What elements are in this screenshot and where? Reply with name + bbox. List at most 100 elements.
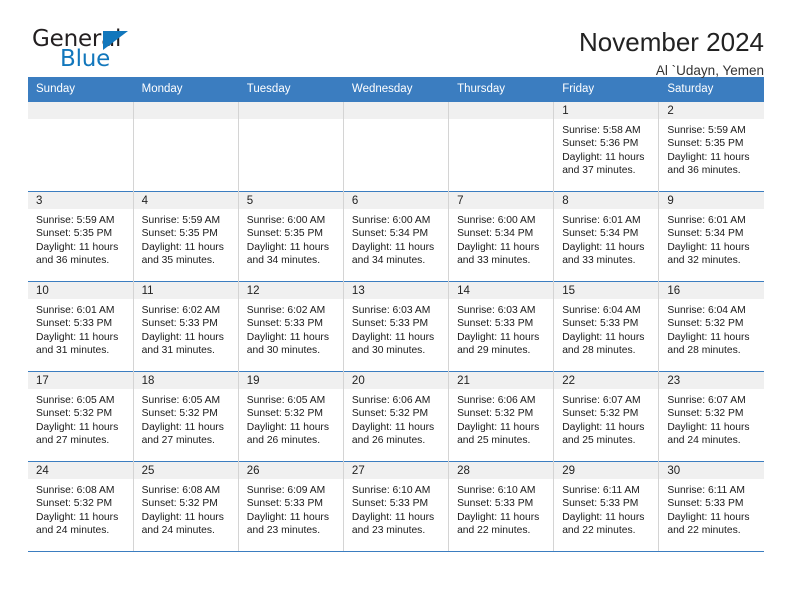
calendar-day-cell[interactable]: 25 Sunrise: 6:08 AM Sunset: 5:32 PM Dayligh… <box>133 461 239 552</box>
calendar-week-row: 1 Sunrise: 5:58 AM Sunset: 5:36 PM Daylight… <box>28 101 764 192</box>
sunset-text: Sunset: 5:32 PM <box>141 408 218 420</box>
day-number: 30 <box>659 462 764 479</box>
daylight-text: Daylight: 11 hours and 30 minutes. <box>351 331 435 357</box>
calendar-day-cell[interactable]: 7 Sunrise: 6:00 AM Sunset: 5:34 PM Daylight… <box>448 191 555 282</box>
day-details: Sunrise: 6:09 AM Sunset: 5:33 PM Daylight:… <box>239 479 343 538</box>
day-details: Sunrise: 6:08 AM Sunset: 5:32 PM Daylight:… <box>28 479 133 538</box>
day-number: 8 <box>554 192 659 209</box>
sunset-text: Sunset: 5:35 PM <box>36 228 113 240</box>
calendar-day-cell[interactable]: 13 Sunrise: 6:03 AM Sunset: 5:33 PM Dayligh… <box>343 281 450 372</box>
calendar-day-cell[interactable]: 29 Sunrise: 6:11 AM Sunset: 5:33 PM Dayligh… <box>553 461 660 552</box>
sunrise-text: Sunrise: 6:04 AM <box>562 305 641 316</box>
sunset-text: Sunset: 5:32 PM <box>36 408 113 420</box>
calendar-day-cell[interactable]: 15 Sunrise: 6:04 AM Sunset: 5:33 PM Dayligh… <box>553 281 660 372</box>
day-number: 24 <box>28 462 133 479</box>
day-number: 18 <box>133 372 238 389</box>
day-details: Sunrise: 6:05 AM Sunset: 5:32 PM Daylight:… <box>28 389 133 448</box>
day-number: 12 <box>238 282 343 299</box>
day-details: Sunrise: 5:59 AM Sunset: 5:35 PM Daylight:… <box>659 119 764 178</box>
calendar-day-cell[interactable]: 24 Sunrise: 6:08 AM Sunset: 5:32 PM Dayligh… <box>28 461 134 552</box>
day-details: Sunrise: 6:04 AM Sunset: 5:33 PM Daylight:… <box>554 299 658 358</box>
calendar-week-row: 17 Sunrise: 6:05 AM Sunset: 5:32 PM Dayligh… <box>28 371 764 462</box>
day-details: Sunrise: 6:07 AM Sunset: 5:32 PM Daylight:… <box>659 389 764 448</box>
daylight-text: Daylight: 11 hours and 23 minutes. <box>246 511 330 537</box>
daylight-text: Daylight: 11 hours and 26 minutes. <box>246 421 330 447</box>
general-blue-logo[interactable]: General Blue <box>28 26 218 74</box>
calendar-day-cell[interactable]: 1 Sunrise: 5:58 AM Sunset: 5:36 PM Daylight… <box>553 101 660 192</box>
calendar-day-cell[interactable]: 28 Sunrise: 6:10 AM Sunset: 5:33 PM Dayligh… <box>448 461 555 552</box>
calendar-day-cell[interactable]: 5 Sunrise: 6:00 AM Sunset: 5:35 PM Daylight… <box>238 191 344 282</box>
day-number: 23 <box>659 372 764 389</box>
sunset-text: Sunset: 5:32 PM <box>246 408 323 420</box>
sunset-text: Sunset: 5:35 PM <box>141 228 218 240</box>
daylight-text: Daylight: 11 hours and 36 minutes. <box>36 241 119 267</box>
sunset-text: Sunset: 5:33 PM <box>141 318 218 330</box>
daylight-text: Daylight: 11 hours and 24 minutes. <box>141 511 224 537</box>
day-number: 20 <box>343 372 449 389</box>
sunset-text: Sunset: 5:35 PM <box>246 228 323 240</box>
calendar-day-cell[interactable]: 16 Sunrise: 6:04 AM Sunset: 5:32 PM Dayligh… <box>658 281 764 372</box>
day-number: 17 <box>28 372 133 389</box>
calendar-day-cell[interactable]: 11 Sunrise: 6:02 AM Sunset: 5:33 PM Dayligh… <box>133 281 239 372</box>
calendar-day-cell[interactable]: 4 Sunrise: 5:59 AM Sunset: 5:35 PM Daylight… <box>133 191 239 282</box>
calendar-day-cell[interactable]: 10 Sunrise: 6:01 AM Sunset: 5:33 PM Dayligh… <box>28 281 134 372</box>
calendar-day-cell[interactable]: 9 Sunrise: 6:01 AM Sunset: 5:34 PM Daylight… <box>658 191 764 282</box>
day-details: Sunrise: 6:05 AM Sunset: 5:32 PM Daylight:… <box>134 389 238 448</box>
calendar-day-cell[interactable]: 2 Sunrise: 5:59 AM Sunset: 5:35 PM Daylight… <box>658 101 764 192</box>
calendar-day-cell[interactable]: 26 Sunrise: 6:09 AM Sunset: 5:33 PM Dayligh… <box>238 461 344 552</box>
logo-text-blue: Blue <box>60 46 111 72</box>
sunset-text: Sunset: 5:32 PM <box>457 408 534 420</box>
calendar-day-cell[interactable]: 21 Sunrise: 6:06 AM Sunset: 5:32 PM Dayligh… <box>448 371 555 462</box>
calendar-day-cell[interactable]: 23 Sunrise: 6:07 AM Sunset: 5:32 PM Dayligh… <box>658 371 764 462</box>
calendar-day-cell[interactable] <box>343 101 450 192</box>
day-number <box>133 102 238 119</box>
sunset-text: Sunset: 5:33 PM <box>36 318 113 330</box>
weekday-header-sunday: Sunday <box>28 77 134 102</box>
sunrise-text: Sunrise: 6:08 AM <box>36 485 115 496</box>
daylight-text: Daylight: 11 hours and 36 minutes. <box>667 151 750 177</box>
calendar-day-cell[interactable]: 14 Sunrise: 6:03 AM Sunset: 5:33 PM Dayligh… <box>448 281 555 372</box>
sunset-text: Sunset: 5:34 PM <box>351 228 429 240</box>
calendar-day-cell[interactable]: 22 Sunrise: 6:07 AM Sunset: 5:32 PM Dayligh… <box>553 371 660 462</box>
calendar-day-cell[interactable] <box>133 101 239 192</box>
daylight-text: Daylight: 11 hours and 35 minutes. <box>141 241 224 267</box>
sunrise-text: Sunrise: 6:04 AM <box>667 305 746 316</box>
sunset-text: Sunset: 5:32 PM <box>36 498 113 510</box>
sunset-text: Sunset: 5:34 PM <box>562 228 639 240</box>
sunrise-text: Sunrise: 6:00 AM <box>246 215 326 226</box>
sunrise-text: Sunrise: 6:11 AM <box>562 485 640 496</box>
sunrise-text: Sunrise: 6:02 AM <box>141 305 221 316</box>
day-details: Sunrise: 5:58 AM Sunset: 5:36 PM Daylight:… <box>554 119 658 178</box>
day-number: 25 <box>133 462 238 479</box>
calendar-day-cell[interactable]: 19 Sunrise: 6:05 AM Sunset: 5:32 PM Dayligh… <box>238 371 344 462</box>
calendar-day-cell[interactable] <box>28 101 134 192</box>
day-details: Sunrise: 6:11 AM Sunset: 5:33 PM Daylight:… <box>659 479 764 538</box>
day-number: 13 <box>343 282 449 299</box>
calendar-day-cell[interactable] <box>238 101 344 192</box>
sunset-text: Sunset: 5:33 PM <box>246 318 323 330</box>
calendar-day-cell[interactable]: 6 Sunrise: 6:00 AM Sunset: 5:34 PM Daylight… <box>343 191 450 282</box>
calendar-day-cell[interactable]: 30 Sunrise: 6:11 AM Sunset: 5:33 PM Dayligh… <box>658 461 764 552</box>
day-number: 29 <box>554 462 659 479</box>
sunset-text: Sunset: 5:36 PM <box>562 138 639 150</box>
weekday-header-tuesday: Tuesday <box>238 77 344 102</box>
daylight-text: Daylight: 11 hours and 33 minutes. <box>562 241 645 267</box>
calendar-day-cell[interactable]: 18 Sunrise: 6:05 AM Sunset: 5:32 PM Dayligh… <box>133 371 239 462</box>
calendar-day-cell[interactable]: 8 Sunrise: 6:01 AM Sunset: 5:34 PM Daylight… <box>553 191 660 282</box>
daylight-text: Daylight: 11 hours and 27 minutes. <box>141 421 224 447</box>
calendar-day-cell[interactable]: 20 Sunrise: 6:06 AM Sunset: 5:32 PM Dayligh… <box>343 371 450 462</box>
calendar-day-cell[interactable] <box>448 101 555 192</box>
calendar-day-cell[interactable]: 17 Sunrise: 6:05 AM Sunset: 5:32 PM Dayligh… <box>28 371 134 462</box>
daylight-text: Daylight: 11 hours and 23 minutes. <box>351 511 435 537</box>
calendar-day-cell[interactable]: 3 Sunrise: 5:59 AM Sunset: 5:35 PM Daylight… <box>28 191 134 282</box>
calendar-day-cell[interactable]: 12 Sunrise: 6:02 AM Sunset: 5:33 PM Dayligh… <box>238 281 344 372</box>
day-details: Sunrise: 6:10 AM Sunset: 5:33 PM Daylight:… <box>344 479 448 538</box>
daylight-text: Daylight: 11 hours and 34 minutes. <box>351 241 435 267</box>
calendar-day-cell[interactable]: 27 Sunrise: 6:10 AM Sunset: 5:33 PM Dayligh… <box>343 461 450 552</box>
day-details: Sunrise: 5:59 AM Sunset: 5:35 PM Daylight:… <box>28 209 133 268</box>
sunrise-sunset-calendar: Sunday Monday Tuesday Wednesday Thursday… <box>28 77 764 552</box>
sunrise-text: Sunrise: 5:59 AM <box>36 215 115 226</box>
sunrise-text: Sunrise: 6:08 AM <box>141 485 221 496</box>
sunrise-text: Sunrise: 6:03 AM <box>457 305 536 316</box>
day-details: Sunrise: 6:01 AM Sunset: 5:34 PM Daylight:… <box>554 209 658 268</box>
